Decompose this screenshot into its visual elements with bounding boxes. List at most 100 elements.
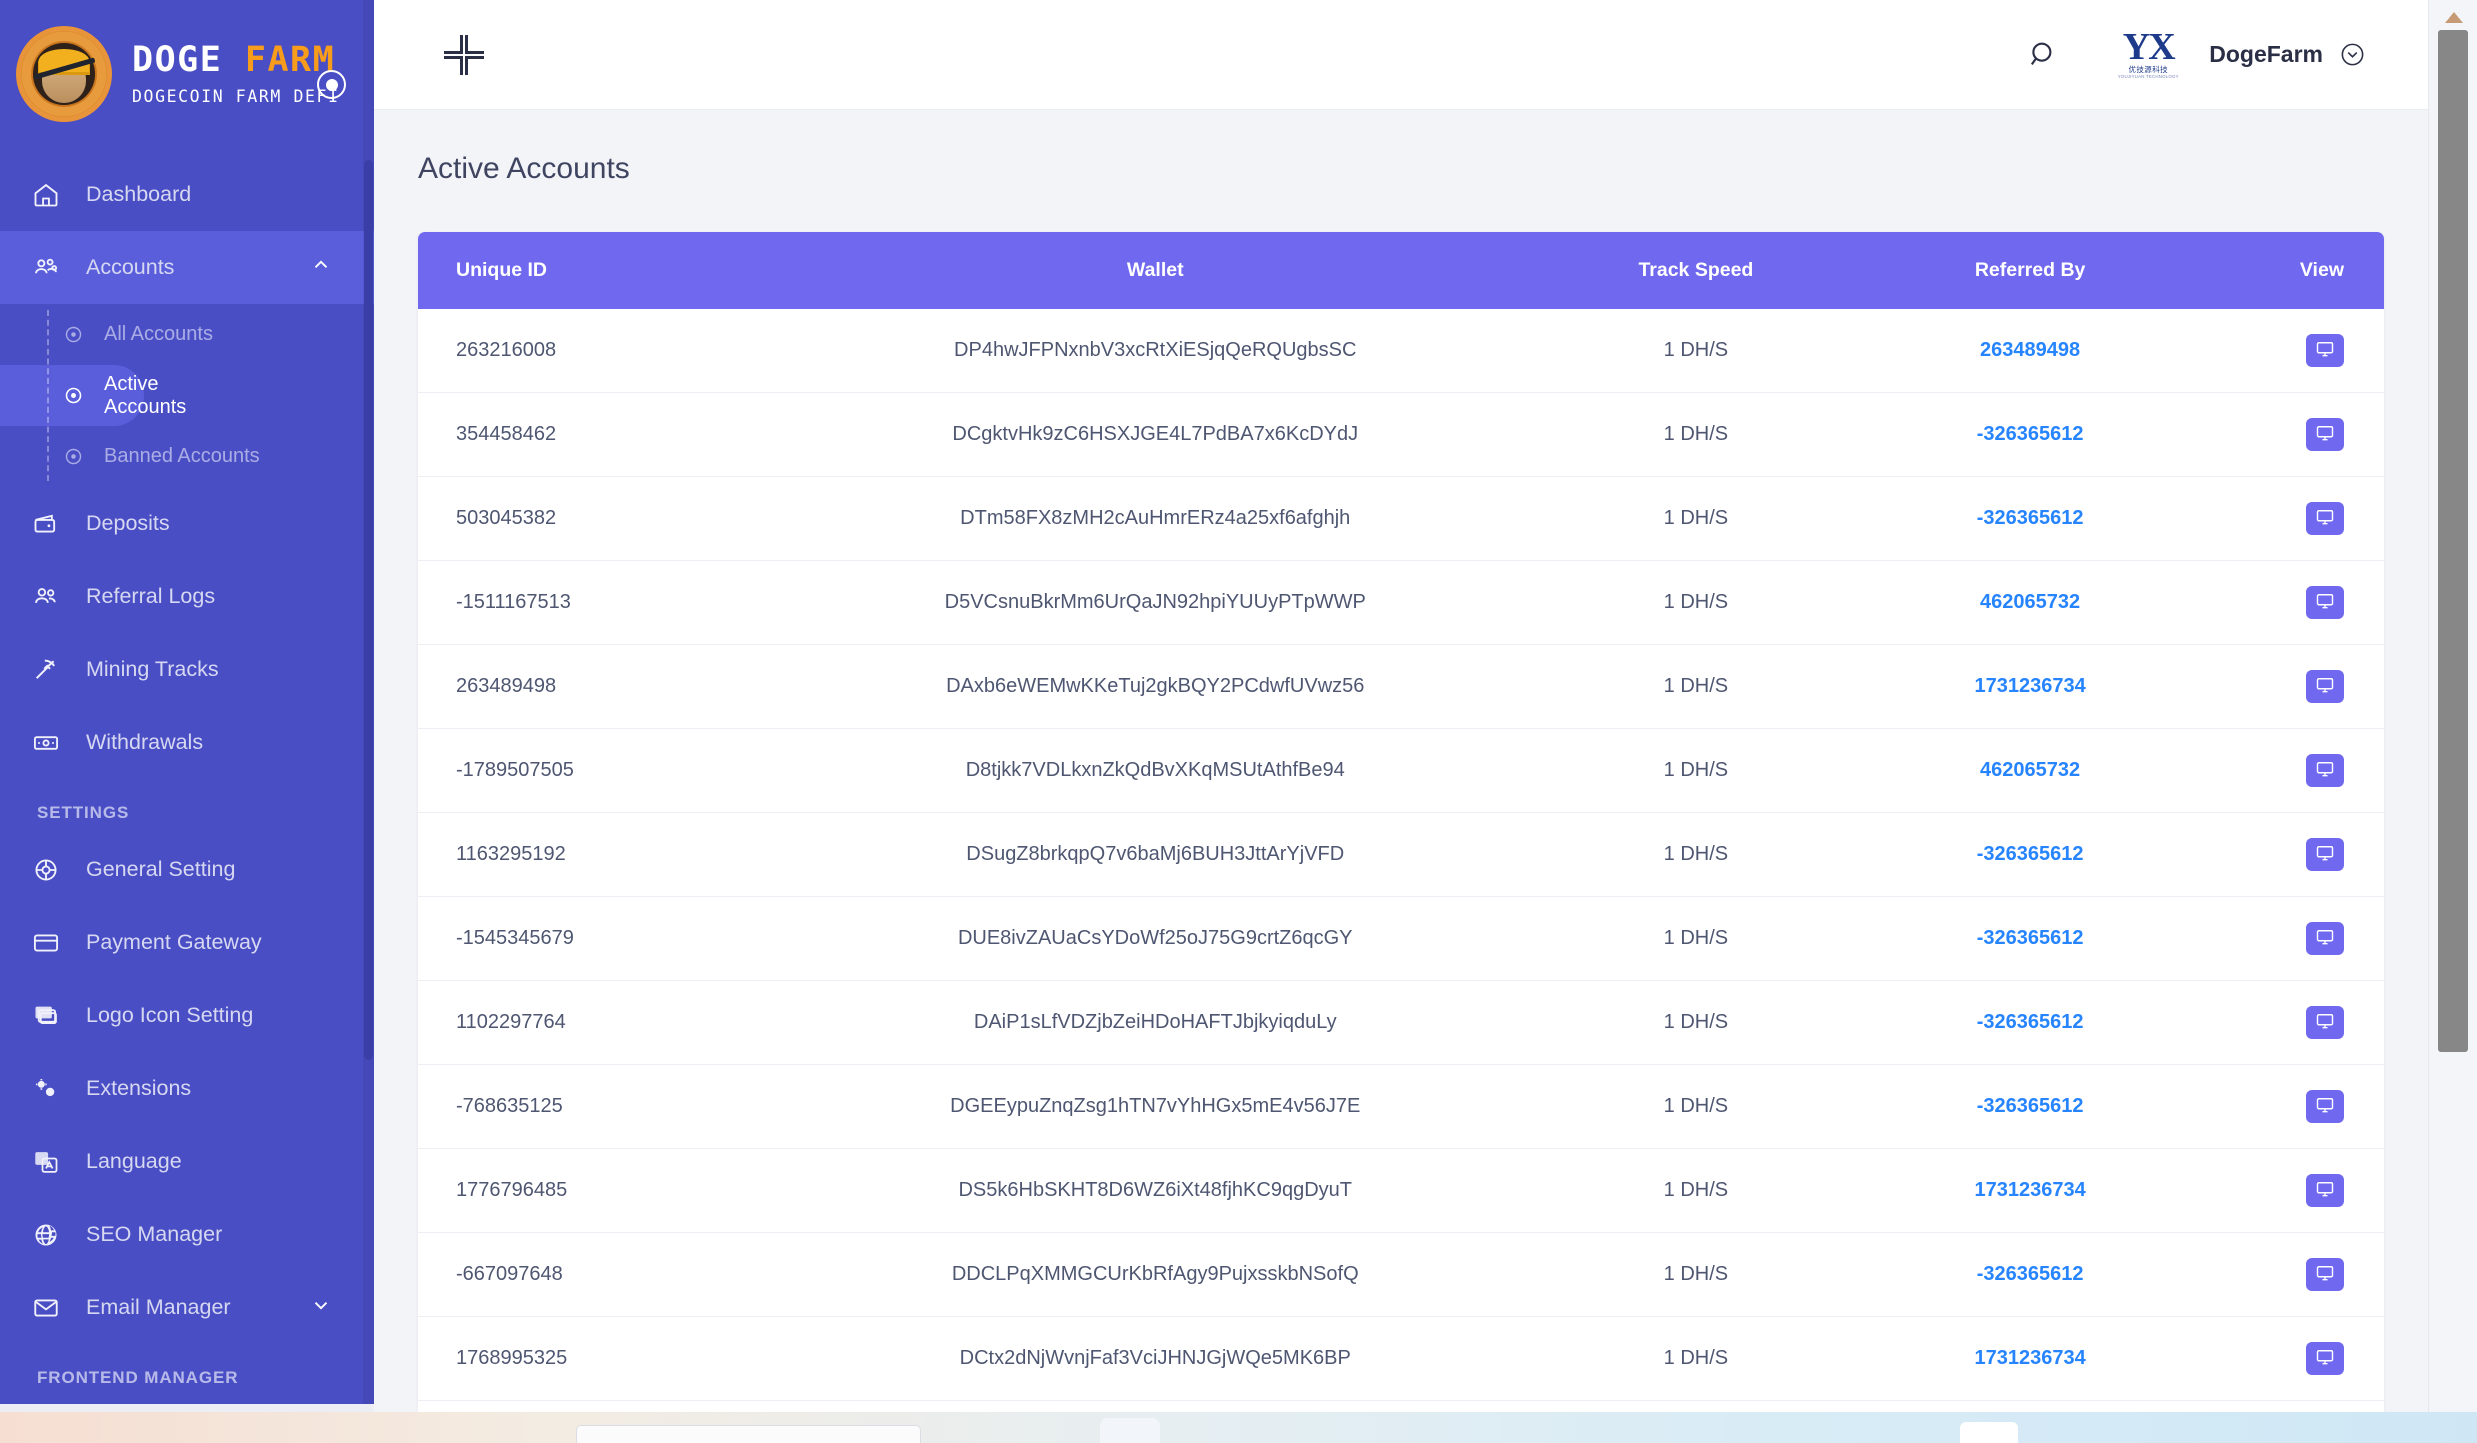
sidebar-item-label: SEO Manager (86, 1222, 223, 1246)
collapse-fullscreen-icon[interactable] (444, 34, 484, 75)
sidebar-item-general-setting[interactable]: General Setting (0, 833, 374, 906)
sidebar-item-all-accounts[interactable]: All Accounts (0, 304, 374, 365)
sidebar-item-label: Extensions (86, 1076, 192, 1100)
sidebar-item-deposits[interactable]: Deposits (0, 487, 374, 560)
cell-unique-id: 1102297764 (418, 980, 792, 1065)
page-scrollbar[interactable] (2428, 0, 2477, 1443)
cell-referred-by: 1731236734 (1872, 1316, 2188, 1401)
cell-referred-by: -326365612 (1872, 896, 2188, 981)
company-logo-mark: YX (2122, 25, 2176, 68)
sidebar-item-label: Language (86, 1149, 182, 1173)
brand-header[interactable]: DOGE FARM DOGECOIN FARM DEFI (0, 0, 374, 148)
sidebar-item-seo-manager[interactable]: SEO Manager (0, 1198, 374, 1271)
page-title: Active Accounts (418, 152, 630, 185)
view-account-button[interactable] (2306, 1258, 2344, 1291)
brand-subtitle: DOGECOIN FARM DEFI (132, 86, 340, 106)
referred-by-link[interactable]: 1731236734 (1974, 675, 2085, 697)
sidebar-item-active-accounts[interactable]: Active Accounts (0, 365, 186, 426)
cell-referred-by: -326365612 (1872, 980, 2188, 1065)
cell-unique-id: 20530774 (418, 1400, 792, 1412)
view-account-button[interactable] (2306, 586, 2344, 619)
sidebar-item-mining-tracks[interactable]: Mining Tracks (0, 633, 374, 706)
view-account-button[interactable] (2306, 502, 2344, 535)
hammer-pick-icon (32, 652, 74, 688)
view-account-button[interactable] (2306, 838, 2344, 871)
cell-wallet: DHxu1mKx5hkwQoBHqJfqS6EPJFi4G2uRSu (791, 1400, 1519, 1412)
view-account-button[interactable] (2306, 1174, 2344, 1207)
table-head: Unique ID Wallet Track Speed Referred By… (418, 232, 2384, 309)
cell-unique-id: 354458462 (418, 392, 792, 477)
cell-referred-by: 1731236734 (1872, 1148, 2188, 1233)
monitor-screen-icon (2315, 423, 2335, 446)
radio-circle-icon (63, 446, 93, 467)
referred-by-link[interactable]: 1731236734 (1974, 1347, 2085, 1369)
referred-by-link[interactable]: 1731236734 (1974, 1179, 2085, 1201)
company-logo[interactable]: YX 优技源科技 YOUJIYUAN TECHNOLOGY (2117, 25, 2179, 80)
cell-referred-by: -326365612 (1872, 1232, 2188, 1317)
sidebar-item-label: Deposits (86, 511, 170, 535)
cell-view (2187, 392, 2384, 477)
cell-unique-id: 1163295192 (418, 812, 792, 897)
referred-by-link[interactable]: -326365612 (1977, 843, 2084, 865)
sidebar-item-email-manager[interactable]: Email Manager (0, 1271, 374, 1344)
view-account-button[interactable] (2306, 1090, 2344, 1123)
cell-unique-id: -1789507505 (418, 728, 792, 813)
view-account-button[interactable] (2306, 418, 2344, 451)
sidebar-item-referral-logs[interactable]: Referral Logs (0, 560, 374, 633)
view-account-button[interactable] (2306, 754, 2344, 787)
referred-by-link[interactable]: -326365612 (1977, 927, 2084, 949)
sidebar-item-label: Email Manager (86, 1295, 231, 1319)
view-account-button[interactable] (2306, 922, 2344, 955)
search-icon[interactable] (2027, 38, 2061, 72)
sidebar-item-logo-icon-setting[interactable]: Logo Icon Setting (0, 979, 374, 1052)
cell-view (2187, 980, 2384, 1065)
sidebar-item-extensions[interactable]: Extensions (0, 1052, 374, 1125)
cell-wallet: DAxb6eWEMwKKeTuj2gkBQY2PCdwfUVwz56 (791, 644, 1519, 729)
user-menu-name[interactable]: DogeFarm (2209, 41, 2323, 68)
cell-referred-by: -326365612 (1872, 476, 2188, 561)
referred-by-link[interactable]: -326365612 (1977, 1263, 2084, 1285)
chevron-down-circle-icon[interactable] (2339, 41, 2366, 68)
referred-by-link[interactable]: -326365612 (1977, 1011, 2084, 1033)
cell-track-speed: 1 DH/S (1518, 896, 1873, 981)
table-row: -1789507505 D8tjkk7VDLkxnZkQdBvXKqMSUtAth… (418, 728, 2384, 813)
view-account-button[interactable] (2306, 670, 2344, 703)
referred-by-link[interactable]: 462065732 (1980, 591, 2080, 613)
view-account-button[interactable] (2306, 334, 2344, 367)
sidebar-item-banned-accounts[interactable]: Banned Accounts (0, 426, 374, 487)
sidebar-item-label: Withdrawals (86, 730, 204, 754)
cell-track-speed: 1 DH/S (1518, 1316, 1873, 1401)
view-account-button[interactable] (2306, 1006, 2344, 1039)
scroll-up-arrow-icon[interactable] (2445, 12, 2463, 23)
referred-by-link[interactable]: -326365612 (1977, 423, 2084, 445)
sidebar-item-payment-gateway[interactable]: Payment Gateway (0, 906, 374, 979)
page-scrollbar-thumb[interactable] (2438, 30, 2468, 1052)
sidebar-item-label: Referral Logs (86, 584, 216, 608)
table-row: 1776796485 DS5k6HbSKHT8D6WZ6iXt48fjhKC9qg… (418, 1148, 2384, 1233)
radio-circle-icon (63, 324, 93, 345)
referred-by-link[interactable]: -326365612 (1977, 507, 2084, 529)
sidebar-item-dashboard[interactable]: Dashboard (0, 158, 374, 231)
referred-by-link[interactable]: 263489498 (1980, 339, 2080, 361)
sidebar-item-language[interactable]: Language (0, 1125, 374, 1198)
sidebar-item-withdrawals[interactable]: Withdrawals (0, 706, 374, 779)
accounts-subnav: All Accounts Active Accounts Banned Acco… (0, 304, 374, 487)
cell-unique-id: 1776796485 (418, 1148, 792, 1233)
cell-track-speed: 1 DH/S (1518, 1232, 1873, 1317)
app-root: DOGE FARM DOGECOIN FARM DEFI Dashboard A… (0, 0, 2477, 1443)
view-account-button[interactable] (2306, 1342, 2344, 1375)
referred-by-link[interactable]: 462065732 (1980, 759, 2080, 781)
referred-by-link[interactable]: -326365612 (1977, 1095, 2084, 1117)
cell-view (2187, 812, 2384, 897)
monitor-screen-icon (2315, 1347, 2335, 1370)
radio-dot-icon[interactable] (317, 70, 346, 99)
cell-referred-by: 462065732 (1872, 728, 2188, 813)
cell-view (2187, 644, 2384, 729)
sidebar-item-accounts[interactable]: Accounts (0, 231, 374, 304)
sidebar-scrollbar[interactable] (363, 0, 374, 1412)
cell-referred-by: 1731236734 (1872, 644, 2188, 729)
sidebar-scrollbar-thumb[interactable] (364, 160, 373, 1060)
cell-referred-by: -326365612 (1872, 1064, 2188, 1149)
cell-referred-by: 462065732 (1872, 1400, 2188, 1412)
sidebar-item-label: Dashboard (86, 182, 192, 206)
